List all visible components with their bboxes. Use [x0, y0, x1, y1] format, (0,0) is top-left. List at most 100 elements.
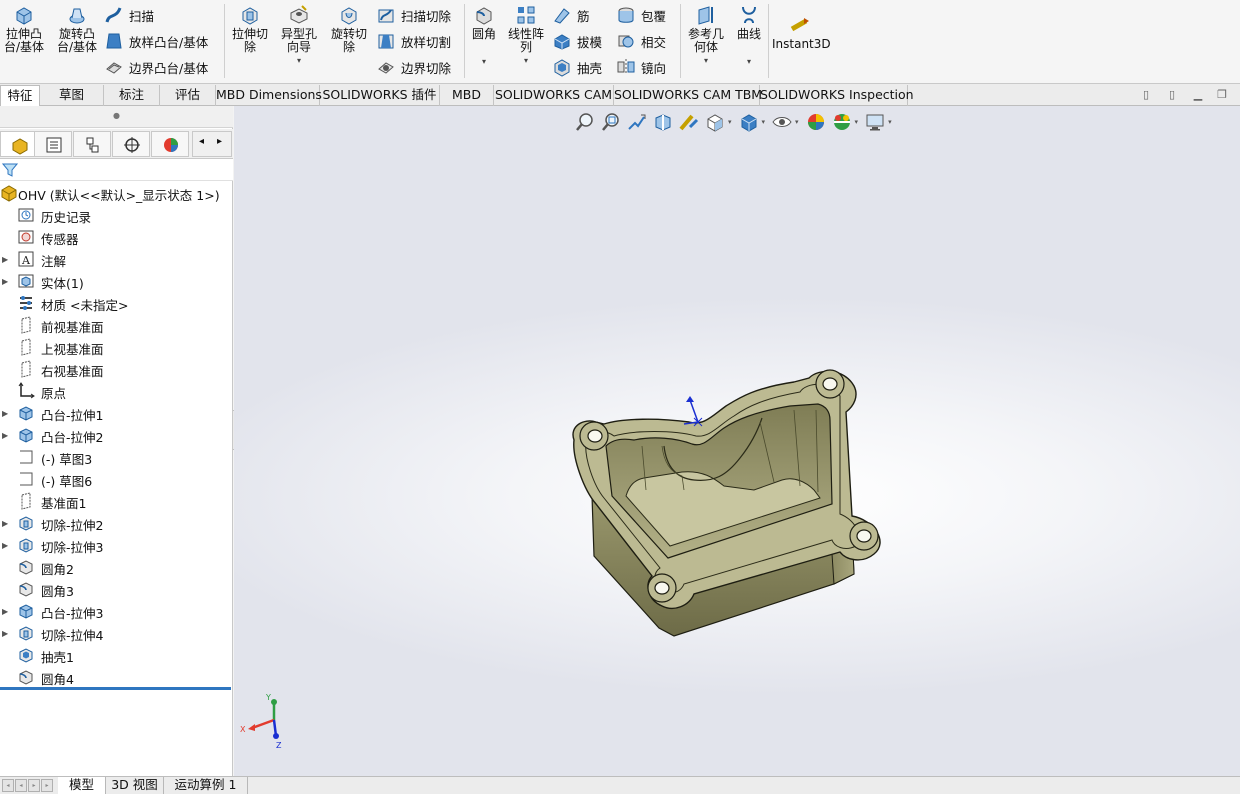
scroll-right-icon[interactable]: ▸	[217, 136, 222, 147]
boundary-boss-button[interactable]: 边界凸台/基体	[104, 56, 208, 78]
reference-geometry-button[interactable]: 参考几 何体 ▾	[684, 4, 728, 67]
tree-item-15[interactable]: ▶ 切除-拉伸2	[0, 512, 233, 534]
tree-item-2[interactable]: 传感器	[0, 226, 233, 248]
tree-item-19[interactable]: ▶ 凸台-拉伸3	[0, 600, 233, 622]
tab-solidworks-addins[interactable]: SOLIDWORKS 插件	[320, 85, 440, 106]
feature-manager-tab[interactable]	[0, 131, 38, 157]
tree-item-5[interactable]: 材质 <未指定>	[0, 292, 233, 314]
tree-item-label: 右视基准面	[41, 364, 104, 379]
configuration-manager-tab[interactable]	[73, 131, 111, 157]
panel-grip-icon[interactable]: ●	[0, 106, 233, 128]
minimize-icon[interactable]: ▁	[1190, 87, 1206, 103]
wrap-button[interactable]: 包覆	[616, 4, 666, 26]
tab-motion-study-1[interactable]: 运动算例 1	[164, 777, 248, 794]
tab-sketch[interactable]: 草图	[40, 85, 104, 106]
instant3d-button[interactable]: Instant3D	[772, 14, 831, 51]
swept-cut-button[interactable]: 扫描切除	[376, 4, 451, 26]
last-tab-icon[interactable]: ▸	[41, 779, 53, 792]
revolve-cut-button[interactable]: 旋转切 除	[326, 4, 372, 54]
linear-pattern-dropdown-icon[interactable]: ▾	[504, 54, 548, 67]
fillet-dropdown-icon[interactable]: ▾	[468, 55, 500, 68]
expand-arrow-icon[interactable]: ▶	[2, 431, 8, 440]
boundary-cut-button[interactable]: 边界切除	[376, 56, 451, 78]
tab-mbd[interactable]: MBD	[440, 85, 494, 106]
feature-manager-icon	[12, 138, 28, 155]
curves-button[interactable]: 曲线 ▾	[732, 4, 766, 68]
hole-wizard-button[interactable]: 异型孔 向导 ▾	[276, 4, 322, 67]
tree-item-3[interactable]: ▶ A 注解	[0, 248, 233, 270]
expand-arrow-icon[interactable]: ▶	[2, 519, 8, 528]
expand-arrow-icon[interactable]: ▶	[2, 255, 8, 264]
tree-item-14[interactable]: 基准面1	[0, 490, 233, 512]
expand-arrow-icon[interactable]: ▶	[2, 629, 8, 638]
configuration-manager-icon	[86, 137, 99, 153]
tab-model[interactable]: 模型	[58, 777, 106, 794]
tree-item-10[interactable]: ▶ 凸台-拉伸1	[0, 402, 233, 424]
tree-item-9[interactable]: 原点	[0, 380, 233, 402]
scroll-left-icon[interactable]: ◂	[199, 136, 204, 147]
tree-item-1[interactable]: 历史记录	[0, 204, 233, 226]
mirror-button[interactable]: 镜向	[616, 56, 666, 78]
shell-button[interactable]: 抽壳	[552, 56, 602, 78]
tab-mbd-dimensions[interactable]: MBD Dimensions	[216, 85, 322, 106]
expand-arrow-icon[interactable]: ▶	[2, 409, 8, 418]
tile-right-icon[interactable]: ▯	[1164, 87, 1180, 103]
part-model-ohv[interactable]	[234, 106, 1240, 776]
tree-item-6[interactable]: 前视基准面	[0, 314, 233, 336]
revolve-boss-button[interactable]: 旋转凸 台/基体	[54, 4, 100, 54]
mirror-icon	[617, 59, 635, 75]
feature-manager-panel: ● ◂ ▸ OHV (默认<<默认>_显示状态 1>) 历史记录 传感器 ▶ A…	[0, 106, 233, 776]
expand-arrow-icon[interactable]: ▶	[2, 277, 8, 286]
tab-3d-views[interactable]: 3D 视图	[106, 777, 164, 794]
tab-solidworks-inspection[interactable]: SOLIDWORKS Inspection	[760, 85, 914, 106]
tab-solidworks-cam[interactable]: SOLIDWORKS CAM	[494, 85, 614, 106]
tree-item-20[interactable]: ▶ 切除-拉伸4	[0, 622, 233, 644]
expand-arrow-icon[interactable]: ▶	[2, 607, 8, 616]
intersect-button[interactable]: 相交	[616, 30, 666, 52]
manager-tabs: ◂ ▸	[0, 129, 233, 159]
expand-arrow-icon[interactable]: ▶	[2, 541, 8, 550]
lofted-cut-button[interactable]: 放样切割	[376, 30, 451, 52]
linear-pattern-button[interactable]: 线性阵 列 ▾	[504, 4, 548, 67]
extrude-cut-button[interactable]: 拉伸切 除	[228, 4, 272, 54]
command-manager-ribbon: 拉伸凸 台/基体 旋转凸 台/基体 扫描 放样凸台/基体 边界凸台/基体 拉伸切…	[0, 0, 1240, 84]
tile-left-icon[interactable]: ▯	[1138, 87, 1154, 103]
first-tab-icon[interactable]: ◂	[2, 779, 14, 792]
tab-features[interactable]: 特征	[0, 85, 40, 106]
tree-item-4[interactable]: ▶ 实体(1)	[0, 270, 233, 292]
fillet-button[interactable]: 圆角 ▾	[468, 4, 500, 68]
prev-tab-icon[interactable]: ◂	[15, 779, 27, 792]
tab-markup[interactable]: 标注	[104, 85, 160, 106]
draft-button[interactable]: 拔模	[552, 30, 602, 52]
tree-item-21[interactable]: 抽壳1	[0, 644, 233, 666]
tree-item-16[interactable]: ▶ 切除-拉伸3	[0, 534, 233, 556]
tree-item-8[interactable]: 右视基准面	[0, 358, 233, 380]
next-tab-icon[interactable]: ▸	[28, 779, 40, 792]
hole-wizard-dropdown-icon[interactable]: ▾	[276, 54, 322, 67]
extrude-boss-button[interactable]: 拉伸凸 台/基体	[2, 4, 46, 54]
property-manager-tab[interactable]	[34, 131, 72, 157]
sweep-button[interactable]: 扫描	[104, 4, 154, 26]
reference-geometry-dropdown-icon[interactable]: ▾	[684, 54, 728, 67]
tree-item-17[interactable]: 圆角2	[0, 556, 233, 578]
tree-item-22[interactable]: 圆角4	[0, 666, 233, 688]
loft-boss-button[interactable]: 放样凸台/基体	[104, 30, 208, 52]
manager-tabs-scroll[interactable]: ◂ ▸	[192, 131, 232, 157]
rollback-bar[interactable]	[0, 687, 231, 690]
curves-dropdown-icon[interactable]: ▾	[732, 55, 766, 68]
tab-solidworks-cam-tbm[interactable]: SOLIDWORKS CAM TBM	[614, 85, 762, 106]
rib-button[interactable]: 筋	[552, 4, 590, 26]
loft-boss-label: 放样凸台/基体	[129, 34, 209, 50]
tab-evaluate[interactable]: 评估	[160, 85, 216, 106]
tree-item-13[interactable]: (-) 草图6	[0, 468, 233, 490]
display-manager-tab[interactable]	[151, 131, 189, 157]
tree-root-part[interactable]: OHV (默认<<默认>_显示状态 1>)	[0, 182, 233, 204]
tree-item-11[interactable]: ▶ 凸台-拉伸2	[0, 424, 233, 446]
dimxpert-manager-tab[interactable]	[112, 131, 150, 157]
graphics-viewport[interactable]: ▾ ▾ ▾ ▾ ▾ Y X Z	[234, 106, 1240, 776]
tree-item-12[interactable]: (-) 草图3	[0, 446, 233, 468]
tree-filter[interactable]	[0, 159, 233, 181]
tree-item-7[interactable]: 上视基准面	[0, 336, 233, 358]
tree-item-18[interactable]: 圆角3	[0, 578, 233, 600]
restore-icon[interactable]: ❐	[1214, 87, 1230, 103]
